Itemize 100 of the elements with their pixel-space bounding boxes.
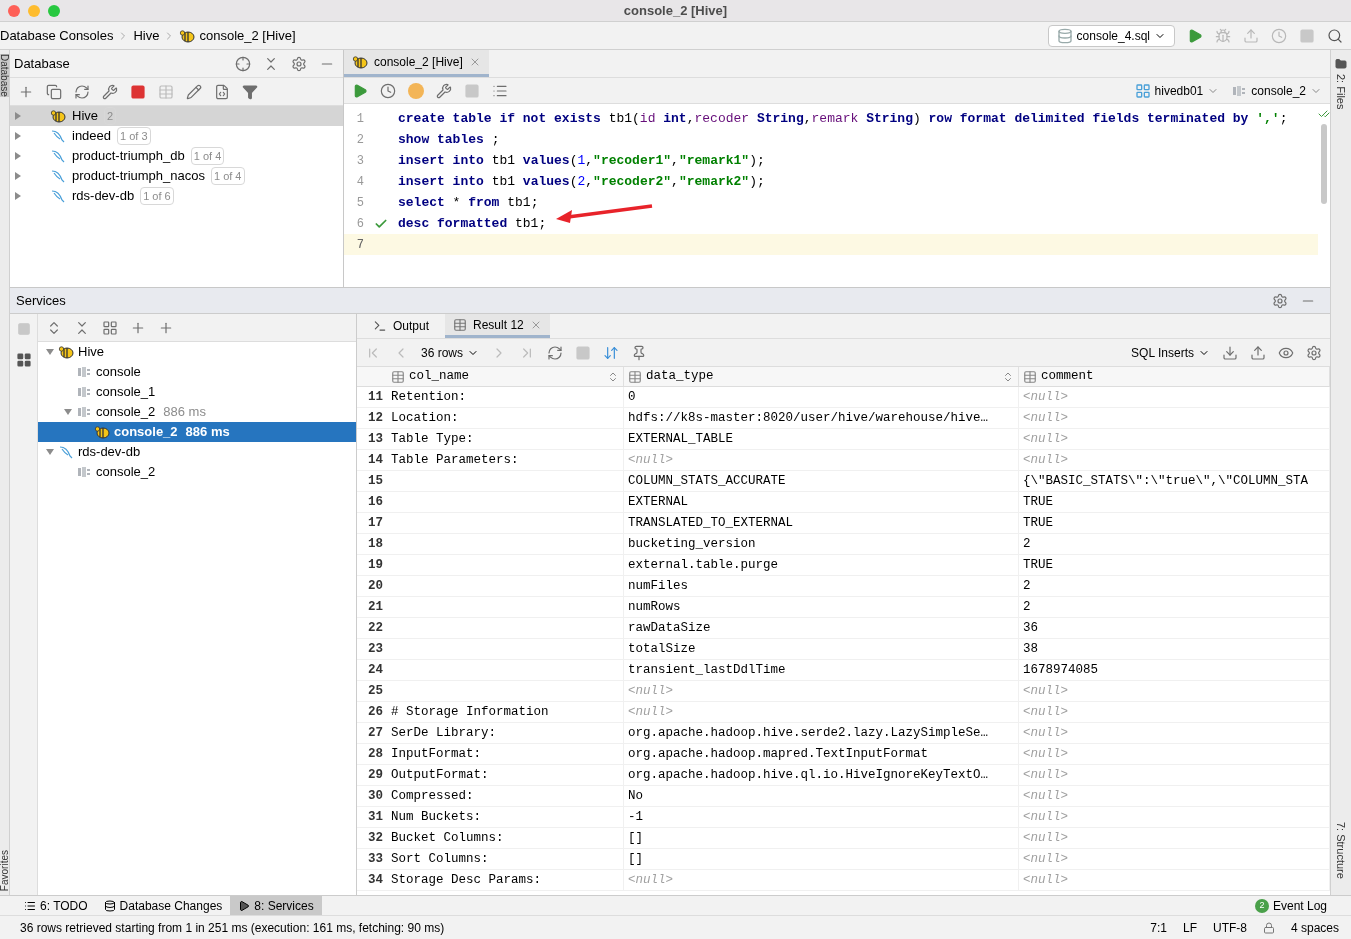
settings-icon[interactable] — [291, 55, 307, 72]
tree-item[interactable]: product-triumph_db 1 of 4 — [10, 146, 343, 166]
tool-window-tab[interactable]: 6: TODO — [16, 896, 96, 915]
event-log-tab[interactable]: 2 Event Log — [1254, 896, 1351, 915]
settings-icon[interactable] — [436, 82, 452, 99]
row-number: 33 — [367, 850, 384, 868]
null-cell-text: <null> — [628, 703, 673, 721]
tree-item[interactable]: indeed 1 of 3 — [10, 126, 343, 146]
table-cell-text: 36 — [1023, 619, 1038, 637]
null-cell-text: <null> — [1023, 682, 1068, 700]
collapse-arrow-icon[interactable] — [14, 152, 22, 160]
page-size-dropdown[interactable]: 36 rows — [421, 343, 480, 362]
lock-icon[interactable] — [1262, 921, 1275, 934]
table-cell-text: OutputFormat: — [391, 766, 489, 784]
terminal-icon — [373, 319, 387, 333]
tree-item[interactable]: console_1 — [38, 382, 356, 402]
run-icon[interactable] — [1187, 27, 1203, 44]
tree-item[interactable]: Hive — [38, 342, 356, 362]
locate-icon[interactable] — [235, 55, 251, 72]
tool-window-tab[interactable]: 8: Services — [230, 896, 322, 915]
table-cell-text: numFiles — [628, 577, 688, 595]
collapse-arrow-icon[interactable] — [14, 172, 22, 180]
indent-setting[interactable]: 4 spaces — [1290, 918, 1347, 937]
breadcrumb-item[interactable]: console_2 [Hive] — [199, 25, 296, 46]
result-tab[interactable]: Output — [365, 314, 438, 338]
run-icon[interactable] — [352, 82, 368, 99]
close-window-button[interactable] — [8, 4, 20, 17]
copy-icon[interactable] — [46, 83, 62, 100]
expand-arrow-icon[interactable] — [46, 448, 54, 456]
panel-title: Services — [16, 291, 67, 310]
database-icon — [103, 899, 116, 912]
column-header[interactable]: data_type — [624, 367, 1019, 386]
tree-item[interactable]: console_2 886 ms — [38, 422, 356, 442]
null-cell-text: <null> — [1023, 745, 1068, 763]
stop-icon[interactable] — [130, 83, 146, 100]
layout-icon[interactable] — [15, 352, 32, 368]
schema-selector[interactable]: hivedb01 — [1134, 81, 1220, 100]
refresh-icon[interactable] — [74, 83, 90, 100]
table-cell-text: hdfs://k8s-master:8020/user/hive/warehouse/hive… — [628, 409, 989, 427]
file-encoding[interactable]: UTF-8 — [1212, 918, 1247, 937]
item-name: console_2 — [96, 403, 156, 422]
result-tab[interactable]: Result 12 — [445, 314, 550, 338]
history-icon[interactable] — [380, 82, 396, 99]
collapse-arrow-icon[interactable] — [14, 192, 22, 200]
caret-position[interactable]: 7:1 — [1150, 918, 1167, 937]
table-cell-text: Retention: — [391, 388, 466, 406]
table-cell-text: 2 — [1023, 577, 1031, 595]
row-number: 31 — [367, 808, 384, 826]
row-number: 19 — [367, 556, 384, 574]
tree-item[interactable]: Hive 2 — [10, 106, 343, 126]
editor-tab[interactable]: console_2 [Hive] — [344, 50, 489, 77]
session-selector[interactable]: console_2 — [1231, 81, 1322, 100]
table-cell-text: EXTERNAL — [628, 493, 688, 511]
null-cell-text: <null> — [628, 451, 673, 469]
line-number: 5 — [355, 194, 365, 212]
row-number: 28 — [367, 745, 384, 763]
table-cell-text: rawDataSize — [628, 619, 711, 637]
edit-icon[interactable] — [186, 83, 202, 100]
settings-icon[interactable] — [1272, 292, 1288, 309]
upload-icon[interactable] — [1250, 344, 1266, 361]
tree-item[interactable]: rds-dev-db 1 of 6 — [10, 186, 343, 206]
run-configuration-dropdown[interactable]: console_4.sql — [1047, 24, 1175, 47]
breadcrumb-item[interactable]: Hive — [133, 25, 160, 46]
export-format-dropdown[interactable]: SQL Inserts — [1131, 343, 1210, 362]
table-cell-text: external.table.purge — [628, 556, 779, 574]
side-tab[interactable]: 7: Structure — [1332, 822, 1350, 879]
row-number: 21 — [367, 598, 384, 616]
settings-icon[interactable] — [1306, 344, 1322, 361]
tree-item[interactable]: rds-dev-db — [38, 442, 356, 462]
line-number: 1 — [355, 110, 365, 128]
tool-window-tab[interactable]: Database Changes — [95, 896, 231, 915]
window-title: console_2 [Hive] — [623, 1, 728, 20]
download-icon[interactable] — [1222, 344, 1238, 361]
tree-item[interactable]: console_2 886 ms — [38, 402, 356, 422]
sort-icon[interactable] — [607, 370, 619, 383]
bug-icon[interactable] — [1215, 27, 1231, 44]
group-icon[interactable] — [102, 319, 118, 336]
tree-item[interactable]: console — [38, 362, 356, 382]
item-name: indeed — [72, 127, 112, 146]
transpose-icon[interactable] — [603, 344, 620, 361]
filter-icon[interactable] — [242, 83, 258, 100]
line-number: 6 — [355, 215, 365, 233]
tree-item[interactable]: product-triumph_nacos 1 of 4 — [10, 166, 343, 186]
tree-item[interactable]: console_2 — [38, 462, 356, 482]
column-header[interactable]: col_name — [387, 367, 624, 386]
side-tab[interactable]: 2: Files — [1332, 74, 1350, 110]
expand-arrow-icon[interactable] — [46, 348, 54, 356]
search-icon[interactable] — [1327, 27, 1343, 44]
maximize-window-button[interactable] — [48, 4, 60, 17]
table-cell-text: 2 — [1023, 598, 1031, 616]
sort-icon[interactable] — [1002, 370, 1014, 383]
null-cell-text: <null> — [1023, 451, 1068, 469]
line-separator[interactable]: LF — [1182, 918, 1197, 937]
scrollbar[interactable] — [1321, 124, 1327, 204]
collapse-arrow-icon[interactable] — [14, 132, 22, 140]
reload-icon[interactable] — [547, 344, 564, 361]
breadcrumb-item[interactable]: Database Consoles — [0, 25, 114, 46]
null-cell-text: <null> — [1023, 409, 1068, 427]
expand-arrow-icon[interactable] — [64, 408, 72, 416]
collapse-arrow-icon[interactable] — [14, 112, 22, 120]
